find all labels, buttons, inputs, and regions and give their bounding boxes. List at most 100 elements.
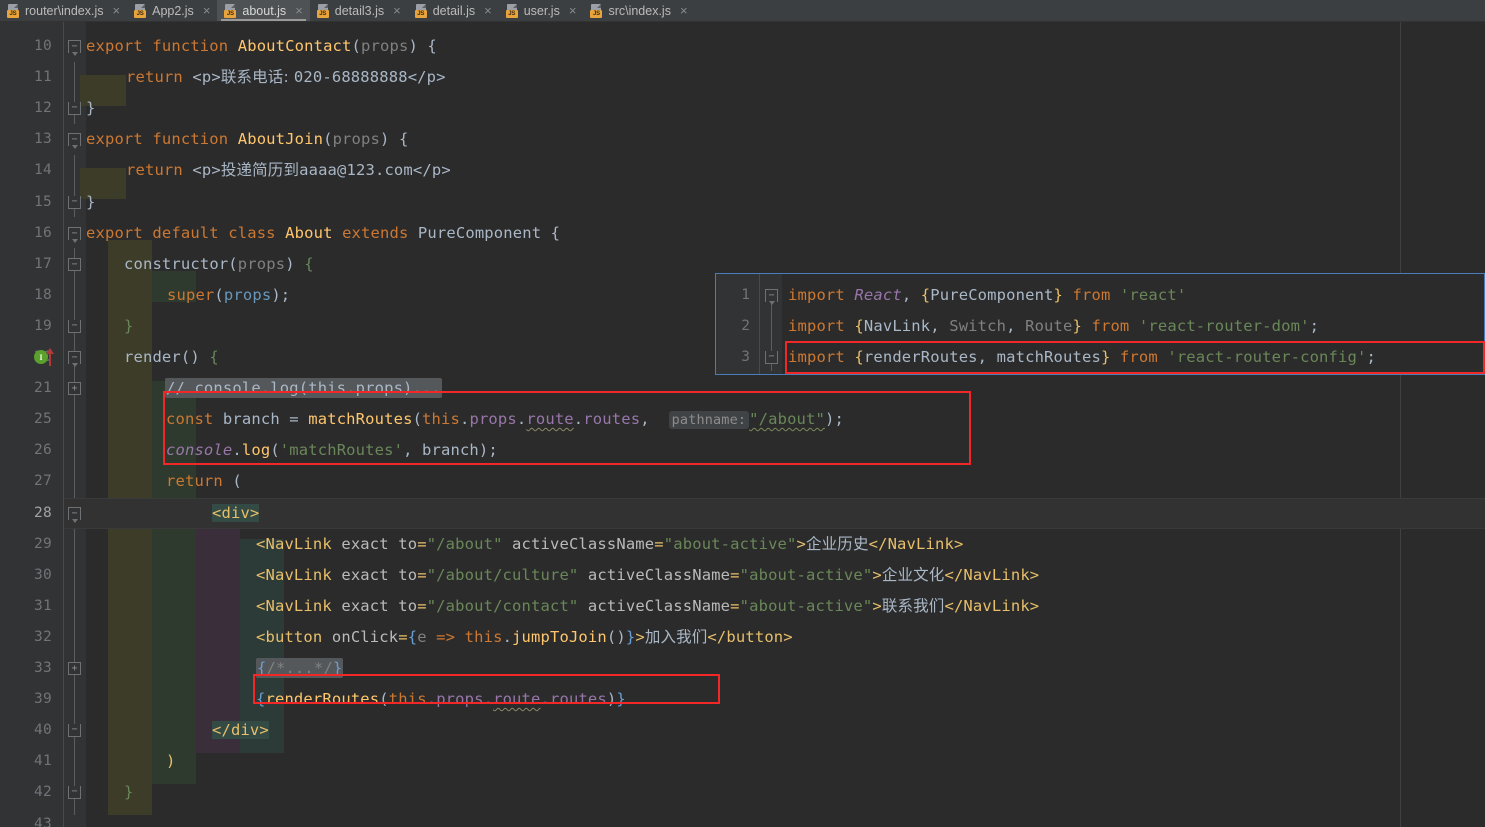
line-number: 42	[33, 784, 52, 801]
js-file-icon: JS	[316, 3, 330, 18]
line-number: 43	[33, 815, 52, 827]
tab-about-js[interactable]: JS about.js ×	[217, 0, 310, 21]
code-line[interactable]: 15 − }	[0, 187, 1485, 218]
code-line[interactable]: 30 <NavLink exact to="/about/culture" ac…	[0, 560, 1485, 591]
fold-toggle-icon[interactable]: −	[68, 257, 81, 271]
code-text: <button onClick={e => this.jumpToJoin()}…	[256, 627, 793, 646]
code-text: const branch = matchRoutes(this.props.ro…	[166, 410, 844, 430]
code-text: export function AboutContact(props) {	[86, 37, 437, 55]
line-number: 32	[33, 628, 52, 645]
imports-preview-popup[interactable]: 1 − import React, {PureComponent} from '…	[715, 273, 1485, 375]
expand-fold-icon[interactable]: +	[68, 382, 81, 396]
code-text: console.log('matchRoutes', branch);	[166, 441, 498, 460]
line-number: 3	[741, 349, 750, 366]
code-line[interactable]: 40 − </div>	[0, 715, 1485, 746]
implementing-method-marker-icon[interactable]: I	[34, 348, 64, 366]
code-text: super(props);	[167, 285, 291, 304]
js-file-icon: JS	[224, 3, 237, 18]
code-line[interactable]: 42 − }	[0, 777, 1485, 808]
code-line[interactable]: 26 console.log('matchRoutes', branch);	[0, 435, 1485, 466]
code-text: }	[124, 316, 134, 335]
code-text: export default class About extends PureC…	[86, 223, 561, 242]
fold-toggle-icon[interactable]: −	[68, 724, 81, 738]
tab-user-js[interactable]: JS user.js ×	[498, 0, 584, 21]
fold-toggle-icon[interactable]: −	[765, 289, 778, 305]
close-icon[interactable]: ×	[203, 4, 211, 17]
line-number: 41	[33, 753, 52, 770]
js-file-icon: JS	[590, 3, 603, 18]
code-line[interactable]: 31 <NavLink exact to="/about/contact" ac…	[0, 591, 1485, 622]
tab-app2-js[interactable]: JS App2.js ×	[127, 0, 218, 21]
code-text: render() {	[124, 348, 219, 366]
line-number: 25	[33, 411, 52, 428]
current-line-highlight	[64, 497, 1485, 529]
fold-toggle-icon[interactable]: −	[68, 506, 81, 523]
fold-toggle-icon[interactable]: −	[68, 133, 81, 150]
close-icon[interactable]: ×	[393, 4, 401, 17]
tab-detail-js[interactable]: JS detail.js ×	[407, 0, 499, 21]
code-line[interactable]: 10 − export function AboutContact(props)…	[0, 31, 1485, 62]
fold-toggle-icon[interactable]: −	[765, 351, 778, 365]
code-line[interactable]: 14 return <p>投递简历到aaaa@123.com</p>	[0, 155, 1485, 186]
code-line[interactable]: 39 {renderRoutes(this.props.route.routes…	[0, 684, 1485, 715]
code-text: )	[166, 752, 176, 771]
code-text: }	[124, 783, 134, 802]
popup-code-line[interactable]: 3 − import {renderRoutes, matchRoutes} f…	[716, 342, 1484, 373]
tab-label: src\index.js	[608, 3, 671, 18]
code-text: export function AboutJoin(props) {	[86, 130, 409, 149]
popup-code-line[interactable]: 1 − import React, {PureComponent} from '…	[716, 280, 1484, 311]
fold-toggle-icon[interactable]: −	[68, 195, 81, 209]
line-number: 27	[33, 473, 52, 490]
code-line[interactable]: 41 )	[0, 746, 1485, 777]
code-line[interactable]: 29 <NavLink exact to="/about" activeClas…	[0, 529, 1485, 560]
tab-detail3-js[interactable]: JS detail3.js ×	[309, 0, 408, 21]
fold-toggle-icon[interactable]: −	[68, 226, 81, 243]
editor-tab-bar[interactable]: JS router\index.js × JS App2.js × JS abo…	[0, 0, 1485, 22]
inlay-parameter-hint: pathname:	[668, 411, 750, 430]
code-text: constructor(props) {	[124, 254, 314, 273]
code-line[interactable]: 11 return <p>联系电话: 020-68888888</p>	[0, 62, 1485, 93]
code-line[interactable]: 33 + {/*...*/}	[0, 653, 1485, 684]
code-line[interactable]: 21 + // console.log(this.props)...	[0, 373, 1485, 404]
folded-jsx-text[interactable]: {/*...*/}	[256, 653, 344, 684]
tab-router-index-js[interactable]: JS router\index.js ×	[0, 0, 128, 21]
code-line[interactable]: 27 return (	[0, 466, 1485, 497]
code-editor[interactable]: 10 − export function AboutContact(props)…	[0, 22, 1485, 827]
close-icon[interactable]: ×	[680, 4, 688, 17]
folded-comment-text[interactable]: // console.log(this.props)...	[165, 373, 442, 404]
close-icon[interactable]: ×	[484, 4, 492, 17]
close-icon[interactable]: ×	[569, 4, 577, 17]
tab-src-index-js[interactable]: JS src\index.js ×	[583, 0, 695, 21]
tab-label: App2.js	[152, 3, 194, 18]
popup-code-line[interactable]: 2 import {NavLink, Switch, Route} from '…	[716, 311, 1484, 342]
code-text: import {NavLink, Switch, Route} from 're…	[788, 317, 1320, 336]
code-text: return <p>联系电话: 020-68888888</p>	[126, 68, 446, 87]
line-number: 31	[33, 597, 52, 614]
line-number: 10	[33, 38, 52, 54]
code-line[interactable]: 25 const branch = matchRoutes(this.props…	[0, 404, 1485, 435]
line-number: 17	[33, 255, 52, 272]
line-number: 15	[33, 193, 52, 210]
fold-toggle-icon[interactable]: −	[68, 786, 81, 800]
close-icon[interactable]: ×	[295, 4, 303, 17]
close-icon[interactable]: ×	[113, 4, 121, 17]
code-text: <NavLink exact to="/about/contact" activ…	[256, 596, 1040, 615]
code-line[interactable]: 16 − export default class About extends …	[0, 218, 1485, 249]
fold-toggle-icon[interactable]: −	[68, 319, 81, 333]
code-line[interactable]: 32 <button onClick={e => this.jumpToJoin…	[0, 622, 1485, 653]
line-number: 33	[33, 660, 52, 676]
line-number: 21	[33, 380, 52, 397]
code-text: <NavLink exact to="/about" activeClassNa…	[256, 534, 964, 553]
code-text: }	[86, 99, 96, 118]
line-number: 11	[33, 69, 52, 86]
fold-toggle-icon[interactable]: −	[68, 102, 81, 116]
code-text: </div>	[212, 721, 269, 740]
fold-toggle-icon[interactable]: −	[68, 351, 81, 367]
fold-toggle-icon[interactable]: −	[68, 40, 81, 56]
code-line[interactable]: 12 − }	[0, 93, 1485, 124]
expand-fold-icon[interactable]: +	[68, 662, 81, 675]
code-line[interactable]: 43	[0, 809, 1485, 827]
code-line[interactable]: 13 − export function AboutJoin(props) {	[0, 124, 1485, 155]
code-line-current[interactable]: 28 − <div>	[0, 497, 1485, 529]
line-number: 26	[33, 442, 52, 459]
